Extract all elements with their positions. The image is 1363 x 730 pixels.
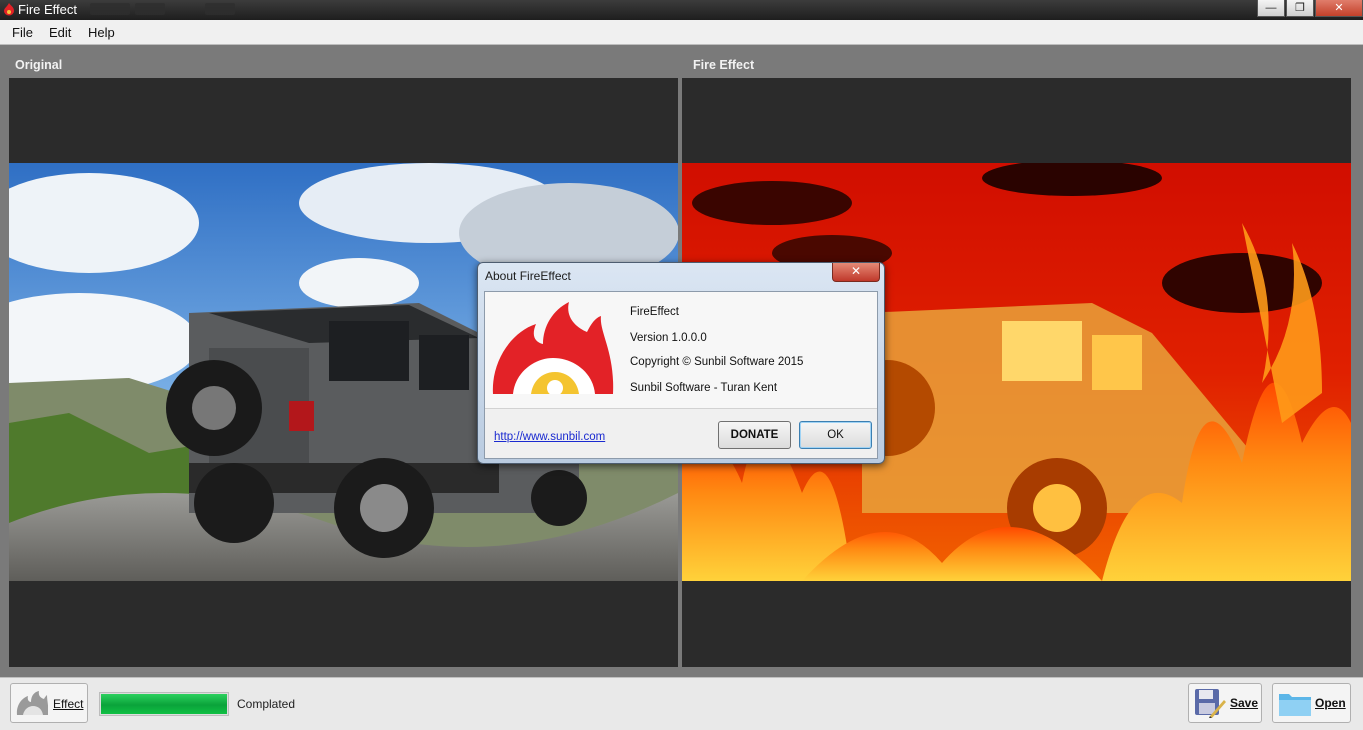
restore-button[interactable]: ❐	[1286, 0, 1314, 17]
fire-logo-icon	[492, 302, 614, 394]
window-controls: — ❐ ✕	[1256, 0, 1363, 18]
about-dialog-body: FireEffect Version 1.0.0.0 Copyright © S…	[484, 291, 878, 459]
save-button-label: Save	[1230, 696, 1259, 710]
close-button[interactable]: ✕	[1315, 0, 1363, 17]
save-disk-icon	[1195, 689, 1226, 718]
save-button[interactable]: Save	[1188, 683, 1262, 723]
about-dialog: About FireEffect ✕ FireEffect Version 1.…	[477, 262, 885, 464]
fire-app-icon	[4, 3, 14, 16]
effect-button-label: Effect	[53, 697, 84, 711]
menu-help[interactable]: Help	[88, 25, 115, 40]
minimize-button[interactable]: —	[1257, 0, 1285, 17]
donate-button[interactable]: DONATE	[718, 421, 791, 449]
effect-icon	[16, 691, 48, 715]
open-button[interactable]: Open	[1272, 683, 1351, 723]
original-panel-label: Original	[15, 58, 63, 72]
about-dialog-close-button[interactable]: ✕	[832, 263, 880, 282]
effect-panel-label: Fire Effect	[693, 58, 755, 72]
effect-button[interactable]: Effect	[10, 683, 88, 723]
progress-fill	[101, 694, 227, 714]
about-authors: Sunbil Software - Turan Kent	[630, 382, 778, 394]
about-dialog-info: FireEffect Version 1.0.0.0 Copyright © S…	[485, 292, 877, 409]
title-bar: Fire Effect — ❐ ✕	[0, 0, 1363, 20]
about-product-name: FireEffect	[630, 306, 679, 318]
background-tab	[90, 3, 130, 15]
status-text: Complated	[237, 697, 296, 711]
bottom-toolbar: Effect Complated Save Open	[0, 677, 1363, 730]
menu-edit[interactable]: Edit	[49, 25, 71, 40]
background-tab	[205, 3, 235, 15]
about-version: Version 1.0.0.0	[630, 332, 707, 344]
menu-bar: File Edit Help	[0, 20, 1363, 45]
open-button-label: Open	[1315, 696, 1346, 710]
ok-button[interactable]: OK	[799, 421, 872, 449]
window-title: Fire Effect	[18, 2, 78, 17]
about-copyright: Copyright © Sunbil Software 2015	[630, 356, 804, 368]
about-dialog-title: About FireEffect	[485, 269, 571, 283]
background-tab	[135, 3, 165, 15]
about-website-link[interactable]: http://www.sunbil.com	[494, 431, 605, 443]
open-folder-icon	[1279, 694, 1311, 716]
progress-bar	[99, 692, 229, 716]
menu-file[interactable]: File	[12, 25, 33, 40]
